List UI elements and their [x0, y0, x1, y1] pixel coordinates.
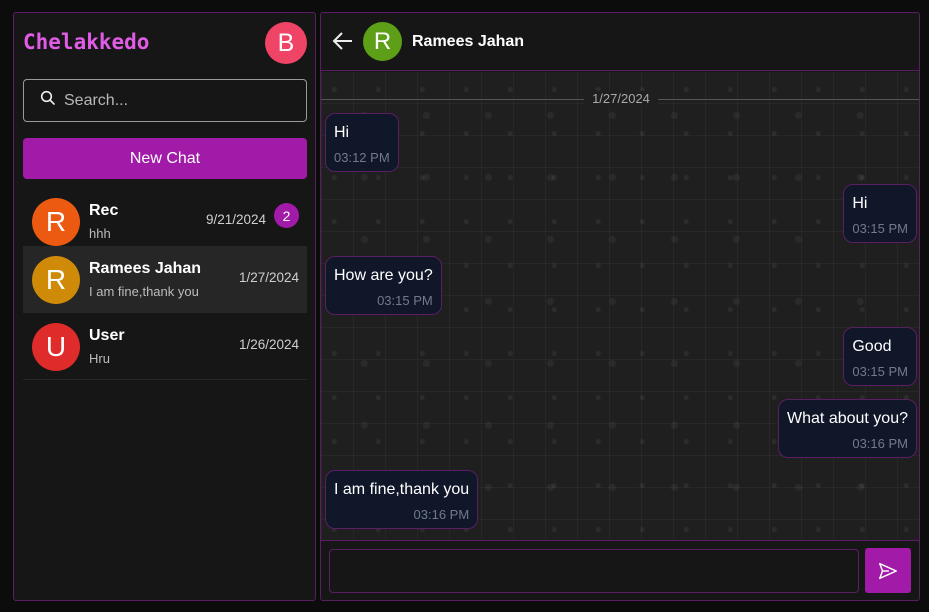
chat-panel: R Ramees Jahan 1/27/2024 Hi 03:12 PM Hi …	[320, 12, 920, 601]
chat-preview: Hru	[89, 351, 110, 366]
message-input[interactable]	[329, 549, 859, 593]
chat-date: 1/27/2024	[238, 270, 299, 285]
app-title: Chelakkedo	[23, 30, 150, 54]
chat-name: Rec	[89, 202, 119, 219]
message-time: 03:15 PM	[852, 364, 908, 379]
new-chat-button[interactable]: New Chat	[23, 138, 307, 179]
message-time: 03:15 PM	[852, 221, 908, 236]
message-bubble: Hi 03:15 PM	[843, 184, 917, 243]
contact-name: Ramees Jahan	[412, 33, 525, 50]
user-avatar[interactable]: B	[265, 22, 307, 64]
chat-date: 1/26/2024	[238, 337, 299, 352]
send-button[interactable]	[865, 548, 911, 593]
message-text: I am fine,thank you	[334, 481, 470, 498]
sidebar: Chelakkedo B New Chat R Rec hhh 9/21/202…	[13, 12, 316, 601]
composer	[321, 540, 919, 600]
send-icon	[879, 562, 897, 579]
chat-list-item-user[interactable]: U User Hru 1/26/2024	[23, 313, 307, 380]
message-bubble: What about you? 03:16 PM	[778, 399, 917, 458]
date-divider: 1/27/2024	[321, 91, 919, 106]
message-time: 03:16 PM	[413, 507, 470, 522]
message-bubble: Hi 03:12 PM	[325, 113, 399, 172]
chat-name: User	[89, 327, 125, 344]
avatar: R	[32, 198, 80, 246]
avatar: U	[32, 323, 80, 371]
chat-list-item-ramees-jahan[interactable]: R Ramees Jahan I am fine,thank you 1/27/…	[23, 246, 307, 313]
message-text: Hi	[852, 195, 868, 212]
search-input[interactable]	[64, 91, 284, 110]
message-bubble: Good 03:15 PM	[843, 327, 917, 386]
chat-header: R Ramees Jahan	[321, 13, 919, 71]
chat-preview: hhh	[89, 226, 111, 241]
message-text: Hi	[334, 124, 350, 141]
search-box[interactable]	[23, 79, 307, 122]
message-list[interactable]: 1/27/2024 Hi 03:12 PM Hi 03:15 PM How ar…	[321, 72, 919, 540]
message-text: Good	[852, 338, 892, 355]
chat-name: Ramees Jahan	[89, 260, 202, 277]
contact-avatar[interactable]: R	[363, 22, 402, 61]
chat-preview: I am fine,thank you	[89, 284, 199, 299]
message-bubble: How are you? 03:15 PM	[325, 256, 442, 315]
message-text: How are you?	[334, 267, 433, 284]
message-bubble: I am fine,thank you 03:16 PM	[325, 470, 479, 529]
date-divider-label: 1/27/2024	[584, 91, 658, 106]
chat-list-item-rec[interactable]: R Rec hhh 9/21/2024 2	[23, 188, 307, 255]
arrow-left-icon	[332, 32, 352, 50]
message-time: 03:15 PM	[377, 293, 433, 308]
avatar: R	[32, 256, 80, 304]
back-button[interactable]	[331, 29, 355, 53]
search-icon	[40, 90, 56, 111]
chat-date: 9/21/2024	[205, 212, 266, 227]
message-time: 03:12 PM	[334, 150, 390, 165]
unread-badge: 2	[274, 203, 299, 228]
message-text: What about you?	[787, 410, 908, 427]
message-time: 03:16 PM	[852, 436, 908, 451]
